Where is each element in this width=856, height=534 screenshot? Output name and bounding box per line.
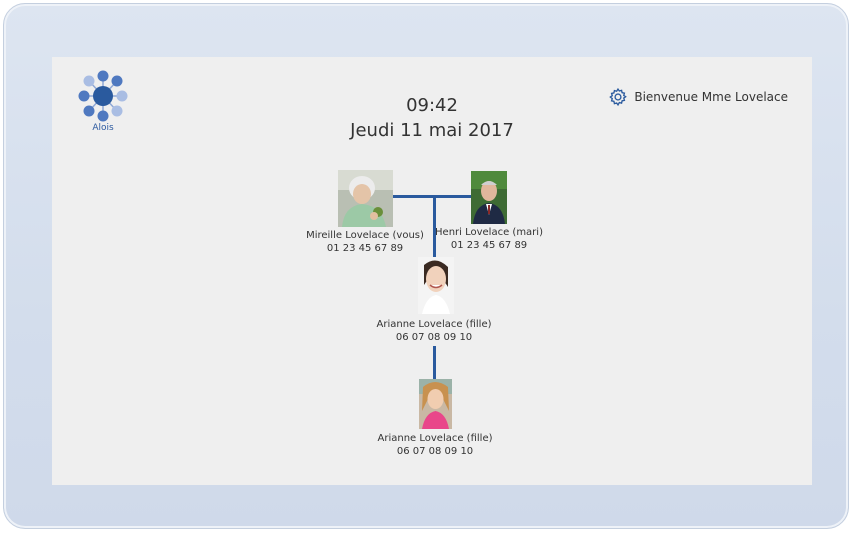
grandchild-connector [433, 346, 436, 379]
person-photo-henri[interactable] [471, 171, 507, 224]
person-phone: 01 23 45 67 89 [450, 240, 528, 251]
person-card-arianne[interactable]: Arianne Lovelace (fille) 06 07 08 09 10 [359, 318, 509, 344]
clock-time: 09:42 [406, 95, 458, 116]
clock-date: Jeudi 11 mai 2017 [350, 120, 514, 141]
person-name: Arianne Lovelace (fille) [377, 433, 493, 444]
person-photo-arianne[interactable] [418, 257, 454, 314]
tablet-frame: Alois Bienvenue Mme Lovelace 09:42 Jeudi… [3, 3, 849, 529]
person-phone: 06 07 08 09 10 [396, 446, 474, 457]
person-photo-mireille[interactable] [338, 170, 393, 227]
spouse-connector [393, 195, 471, 198]
person-photo-granddaughter[interactable] [419, 379, 452, 429]
person-name: Henri Lovelace (mari) [435, 227, 543, 238]
person-card-henri[interactable]: Henri Lovelace (mari) 01 23 45 67 89 [414, 226, 564, 252]
person-phone: 06 07 08 09 10 [395, 332, 473, 343]
app-screen: Alois Bienvenue Mme Lovelace 09:42 Jeudi… [52, 57, 812, 485]
person-card-granddaughter[interactable]: Arianne Lovelace (fille) 06 07 08 09 10 [360, 432, 510, 458]
person-name: Arianne Lovelace (fille) [376, 319, 492, 330]
